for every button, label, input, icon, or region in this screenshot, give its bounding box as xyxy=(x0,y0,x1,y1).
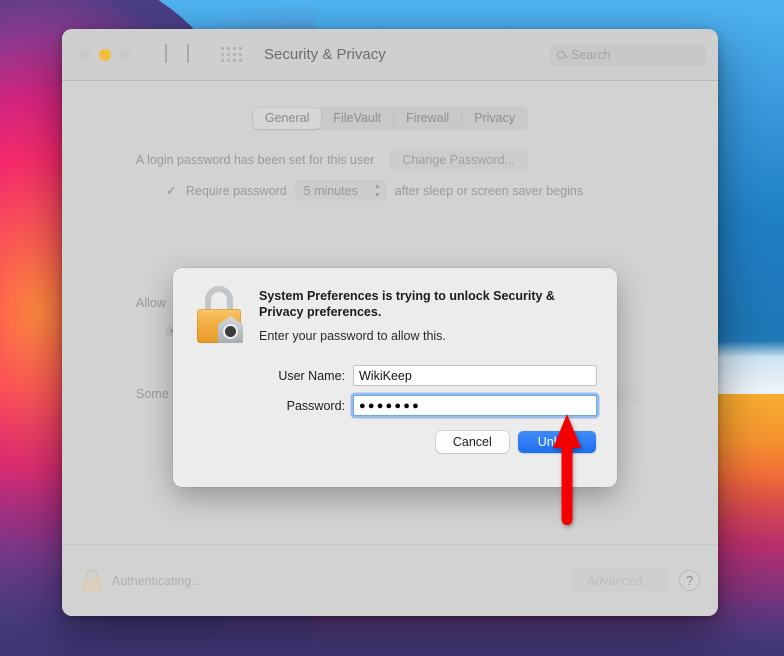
dialog-title: System Preferences is trying to unlock S… xyxy=(259,289,555,319)
allow-apps-label: Allow xyxy=(136,296,166,310)
username-row: User Name: xyxy=(195,365,597,386)
chevron-updown-icon: ▲ ▼ xyxy=(373,182,381,199)
tab-general[interactable]: General xyxy=(252,108,322,129)
username-label: User Name: xyxy=(278,368,345,383)
require-password-interval-select[interactable]: 5 minutes ▲ ▼ xyxy=(294,180,387,201)
preferences-content: General FileVault Firewall Privacy A log… xyxy=(62,81,718,616)
tab-group: General FileVault Firewall Privacy xyxy=(251,107,529,130)
back-button[interactable] xyxy=(165,43,167,64)
chevron-right-icon xyxy=(187,43,189,63)
dialog-buttons: Cancel Unlock xyxy=(195,431,597,453)
navigation-buttons xyxy=(165,43,189,64)
tab-bar: General FileVault Firewall Privacy xyxy=(62,81,718,130)
search-placeholder: Search xyxy=(571,47,611,62)
password-row: Password: ●●●●●●● xyxy=(195,395,597,416)
change-password-button[interactable]: Change Password... xyxy=(389,149,528,171)
window-titlebar: Security & Privacy Search xyxy=(62,29,718,81)
chevron-left-icon xyxy=(165,43,167,63)
tab-filevault[interactable]: FileVault xyxy=(321,108,393,129)
advanced-button[interactable]: Advanced... xyxy=(571,569,668,592)
minimize-button[interactable] xyxy=(99,48,111,61)
password-label: Password: xyxy=(286,398,345,413)
help-button[interactable]: ? xyxy=(679,570,700,591)
require-password-checkbox[interactable]: ✓ xyxy=(166,183,177,199)
dialog-text-block: System Preferences is trying to unlock S… xyxy=(259,286,589,344)
username-field[interactable] xyxy=(353,365,597,386)
window-bottom-bar: Authenticating... Advanced... ? xyxy=(62,544,718,616)
show-all-grid-icon[interactable] xyxy=(221,47,242,62)
require-password-interval-value: 5 minutes xyxy=(303,183,358,198)
page-title: Security & Privacy xyxy=(264,46,386,63)
login-password-row: A login password has been set for this u… xyxy=(62,149,718,171)
authentication-dialog: System Preferences is trying to unlock S… xyxy=(173,268,617,487)
login-password-text: A login password has been set for this u… xyxy=(136,153,375,167)
traffic-light-group xyxy=(79,48,131,61)
tab-firewall[interactable]: Firewall xyxy=(394,108,461,129)
tab-privacy[interactable]: Privacy xyxy=(462,108,527,129)
unlock-button[interactable]: Unlock xyxy=(517,431,596,453)
dialog-fields: User Name: Password: ●●●●●●● xyxy=(195,365,597,416)
require-password-row: ✓ Require password 5 minutes ▲ ▼ after sl… xyxy=(62,180,718,201)
lock-with-gear-badge-icon xyxy=(195,286,243,344)
system-preferences-window: Security & Privacy Search General FileVa… xyxy=(62,29,718,616)
authentication-status-text: Authenticating... xyxy=(112,573,202,588)
dialog-header: System Preferences is trying to unlock S… xyxy=(195,286,597,344)
close-button[interactable] xyxy=(79,48,91,61)
search-icon xyxy=(557,50,565,59)
password-field[interactable]: ●●●●●●● xyxy=(353,395,597,416)
lock-icon[interactable] xyxy=(82,568,102,593)
search-input[interactable]: Search xyxy=(550,43,706,66)
cancel-button[interactable]: Cancel xyxy=(435,431,509,453)
zoom-button[interactable] xyxy=(119,48,131,61)
password-masked-value: ●●●●●●● xyxy=(359,400,421,412)
dialog-subtitle: Enter your password to allow this. xyxy=(259,329,446,343)
forward-button[interactable] xyxy=(187,43,189,64)
require-password-label: Require password xyxy=(185,183,287,198)
require-password-suffix: after sleep or screen saver begins xyxy=(394,183,584,198)
bottom-bar-actions: Advanced... ? xyxy=(571,569,700,592)
